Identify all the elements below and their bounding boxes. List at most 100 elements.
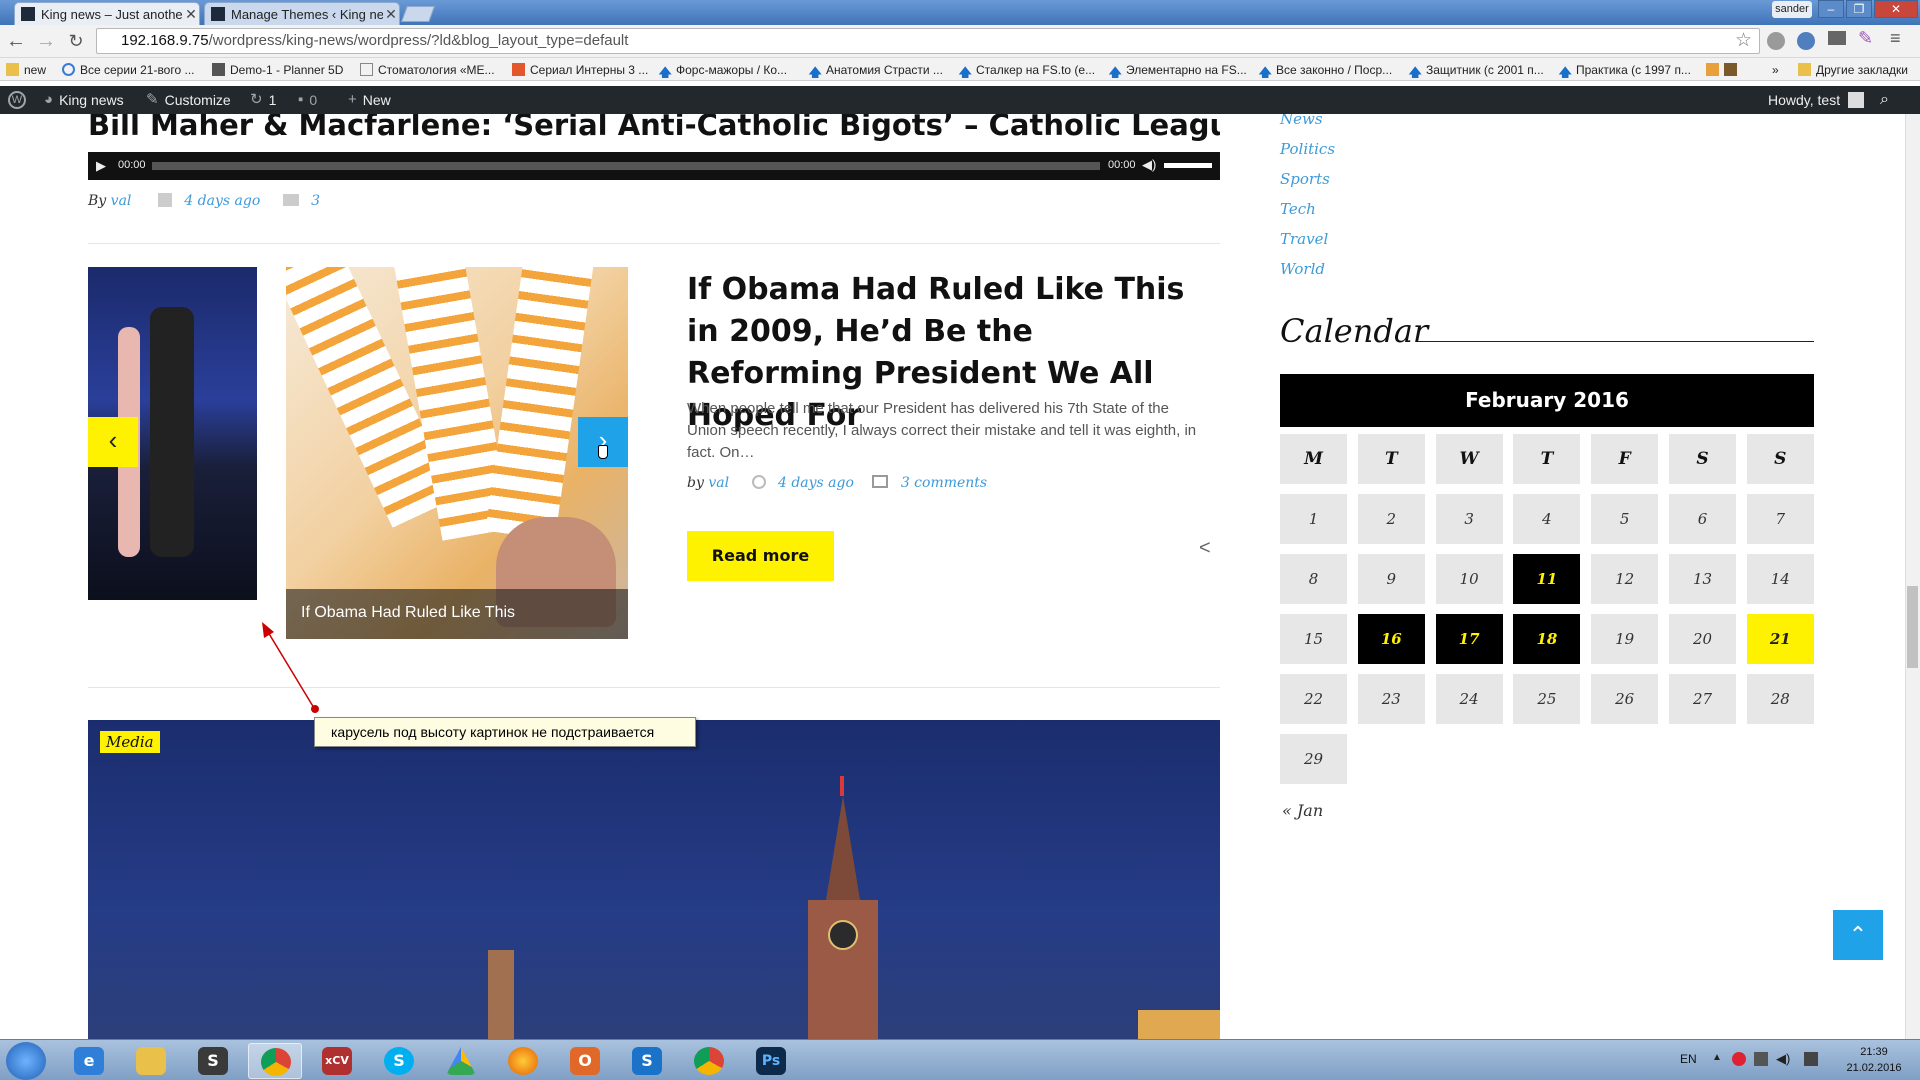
reload-icon[interactable]: ↻: [64, 29, 88, 53]
comments-link[interactable]: 3 comments: [901, 475, 987, 491]
category-link-news[interactable]: News: [1280, 114, 1323, 128]
bookmark-item[interactable]: 🡅 Практика (с 1997 п...: [1558, 61, 1698, 79]
calendar-day[interactable]: 17: [1435, 614, 1503, 664]
category-link-politics[interactable]: Politics: [1280, 140, 1335, 158]
category-link-world[interactable]: World: [1280, 260, 1325, 278]
category-link-sports[interactable]: Sports: [1280, 170, 1330, 188]
category-link-travel[interactable]: Travel: [1280, 230, 1328, 248]
bookmark-item[interactable]: Demo-1 - Planner 5D: [212, 61, 352, 78]
back-arrow-icon[interactable]: ←: [4, 29, 28, 53]
bookmark-item[interactable]: 🡅 Элементарно на FS...: [1108, 61, 1248, 79]
restore-icon[interactable]: ❐: [1846, 0, 1872, 18]
taskbar-chrome[interactable]: [248, 1043, 302, 1079]
close-window-icon[interactable]: ✕: [1874, 0, 1918, 18]
comments-link[interactable]: 3: [311, 193, 320, 209]
bookmark-star-icon[interactable]: ☆: [1735, 29, 1752, 52]
url-host: 192.168.9.75: [121, 32, 209, 49]
bookmark-item[interactable]: Стоматология «МЕ...: [360, 61, 510, 78]
taskbar-chrome-2[interactable]: [682, 1043, 736, 1079]
tower-spire: [825, 796, 861, 906]
carousel-prev-button[interactable]: ‹: [88, 417, 138, 467]
taskbar-drive[interactable]: [434, 1043, 488, 1079]
taskbar-firefox[interactable]: [496, 1043, 550, 1079]
volume-slider[interactable]: [1164, 163, 1212, 168]
bookmarks-more-button[interactable]: »: [1772, 61, 1786, 78]
forward-arrow-icon[interactable]: →: [34, 29, 58, 53]
tab-manage-themes[interactable]: Manage Themes ‹ King ne ✕: [204, 2, 400, 25]
network-tray-icon[interactable]: [1804, 1052, 1818, 1066]
admin-comments-link[interactable]: ▪ 0: [298, 86, 317, 114]
date-link[interactable]: 4 days ago: [778, 475, 854, 491]
taskbar-app-s2[interactable]: S: [620, 1043, 674, 1079]
category-link-tech[interactable]: Tech: [1280, 200, 1316, 218]
taskbar-app-s[interactable]: S: [186, 1043, 240, 1079]
scrollbar-thumb[interactable]: [1907, 586, 1918, 668]
volume-icon[interactable]: ◀): [1142, 157, 1156, 173]
calendar-day: 14: [1746, 554, 1814, 604]
admin-search-icon[interactable]: ⌕: [1880, 86, 1889, 114]
tray-expand-icon[interactable]: ▲: [1712, 1052, 1722, 1063]
office-icon: O: [570, 1047, 600, 1075]
calendar-day[interactable]: 16: [1357, 614, 1425, 664]
bookmark-item[interactable]: Все серии 21-вого ...: [62, 61, 202, 78]
taskbar-explorer[interactable]: [124, 1043, 178, 1079]
author-link[interactable]: val: [111, 193, 132, 209]
extension-icon[interactable]: [1706, 63, 1719, 76]
other-bookmarks-folder[interactable]: Другие закладки: [1798, 61, 1916, 78]
new-tab-button[interactable]: [401, 6, 435, 22]
bookmark-item[interactable]: 🡅 Защитник (с 2001 п...: [1408, 61, 1548, 79]
adblock-icon[interactable]: [1767, 32, 1785, 50]
date-link[interactable]: 4 days ago: [184, 193, 260, 209]
scroll-to-top-button[interactable]: ⌃: [1833, 910, 1883, 960]
address-bar[interactable]: 192.168.9.75/wordpress/king-news/wordpre…: [96, 28, 1760, 54]
gift-icon[interactable]: [1724, 63, 1737, 76]
start-button[interactable]: [6, 1042, 46, 1080]
bookmark-item[interactable]: 🡅 Форс-мажоры / Ко...: [658, 61, 798, 79]
taskbar-photoshop[interactable]: Ps: [744, 1043, 798, 1079]
tray-monitor-icon[interactable]: [1754, 1052, 1768, 1066]
audio-progress-bar[interactable]: [152, 162, 1100, 170]
tray-app-icon[interactable]: [1732, 1052, 1746, 1066]
admin-account-menu[interactable]: Howdy, test: [1768, 86, 1865, 114]
calendar-day[interactable]: 11: [1513, 554, 1581, 604]
admin-site-link[interactable]: ◕ King news: [44, 86, 124, 114]
play-icon[interactable]: ▶: [96, 158, 106, 174]
taskbar-skype[interactable]: S: [372, 1043, 426, 1079]
featured-image[interactable]: [88, 720, 1220, 1039]
calendar-prev-month-link[interactable]: « Jan: [1282, 801, 1323, 820]
close-tab-icon[interactable]: ✕: [383, 6, 399, 23]
wordpress-logo-icon[interactable]: W: [8, 86, 26, 114]
category-badge[interactable]: Media: [100, 731, 160, 753]
system-clock[interactable]: 21:39 21.02.2016: [1834, 1044, 1914, 1076]
minimize-icon[interactable]: –: [1818, 0, 1844, 18]
profile-badge[interactable]: sander: [1772, 1, 1812, 18]
close-tab-icon[interactable]: ✕: [183, 6, 199, 23]
post-title[interactable]: Bill Maher & Macfarlene: ‘Serial Anti-Ca…: [88, 114, 1220, 142]
tab-king-news[interactable]: King news – Just another W ✕: [14, 2, 200, 25]
admin-updates-link[interactable]: ↻ 1: [250, 86, 276, 114]
author-link[interactable]: val: [708, 475, 729, 491]
bookmark-item[interactable]: 🡅 Анатомия Страсти ...: [808, 61, 948, 79]
taskbar-xcv[interactable]: xCV: [310, 1043, 364, 1079]
read-more-button[interactable]: Read more: [687, 531, 834, 581]
feather-icon[interactable]: ✎: [1858, 28, 1873, 49]
vertical-scrollbar[interactable]: [1905, 114, 1920, 1039]
plus-icon: +: [348, 91, 357, 108]
menu-icon[interactable]: ≡: [1890, 28, 1901, 49]
language-indicator[interactable]: EN: [1680, 1052, 1697, 1066]
admin-new-link[interactable]: + New: [348, 86, 391, 114]
extension-globe-icon[interactable]: [1797, 32, 1815, 50]
share-icon[interactable]: <: [1199, 537, 1211, 560]
taskbar-outlook[interactable]: O: [558, 1043, 612, 1079]
carousel-next-button[interactable]: ›: [578, 417, 628, 467]
bookmark-item[interactable]: Сериал Интерны 3 ...: [512, 61, 652, 78]
bookmark-item[interactable]: 🡅 Сталкер на FS.to (е...: [958, 61, 1098, 79]
bookmark-item[interactable]: new: [6, 61, 56, 78]
volume-tray-icon[interactable]: ◀): [1776, 1051, 1790, 1067]
taskbar-ie[interactable]: e: [62, 1043, 116, 1079]
carousel-caption[interactable]: If Obama Had Ruled Like This: [301, 604, 515, 622]
bookmark-item[interactable]: 🡅 Все законно / Поср...: [1258, 61, 1398, 79]
admin-customize-link[interactable]: ✎ Customize: [146, 86, 231, 114]
mail-icon[interactable]: [1828, 31, 1846, 45]
calendar-day[interactable]: 18: [1513, 614, 1581, 664]
